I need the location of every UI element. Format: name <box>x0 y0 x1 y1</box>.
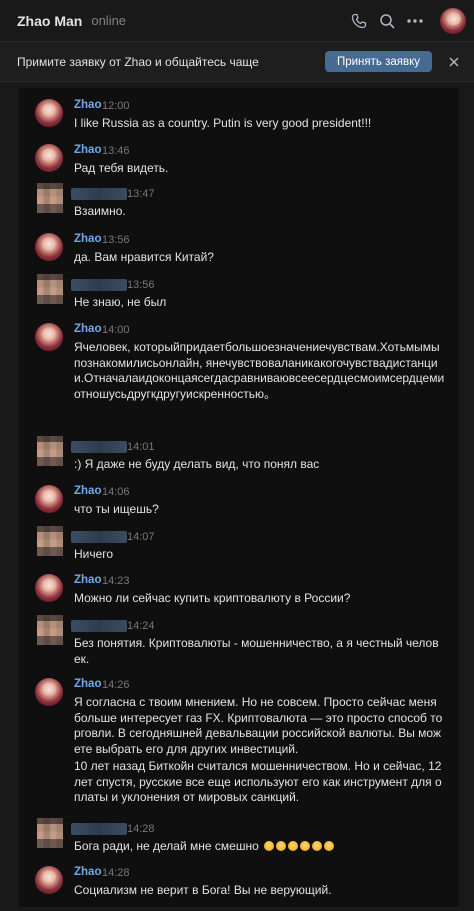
author-name[interactable]: Zhao <box>74 485 101 497</box>
message-time: 14:26 <box>102 679 130 691</box>
avatar[interactable] <box>35 144 63 172</box>
contact-status: online <box>91 13 127 28</box>
close-icon[interactable] <box>444 52 464 72</box>
message-time: 12:00 <box>102 100 130 112</box>
message-text: Не знаю, не был <box>74 295 167 309</box>
message-text: Взаимно. <box>74 204 126 218</box>
message-text: Я согласна с твоим мнением. Но не совсем… <box>74 695 443 756</box>
author-name-redacted <box>71 441 127 453</box>
message-text: Бога ради, не делай мне смешно <box>74 839 259 853</box>
message-text: Рад тебя видеть. <box>74 161 169 175</box>
message-time: 13:46 <box>102 145 130 157</box>
message-text: Можно ли сейчас купить криптовалюту в Ро… <box>74 591 351 605</box>
message-text: Без понятия. Криптовалюты - мошенничеств… <box>74 636 439 666</box>
message-time: 14:28 <box>102 867 130 879</box>
search-icon[interactable] <box>374 8 400 34</box>
phone-icon[interactable] <box>346 8 372 34</box>
message-time: 14:23 <box>102 575 130 587</box>
friend-request-banner: Примите заявку от Zhao и общайтесь чаще … <box>0 42 474 82</box>
more-icon[interactable] <box>402 8 428 34</box>
message-text: :) Я даже не буду делать вид, что понял … <box>74 457 320 471</box>
avatar[interactable] <box>35 99 63 127</box>
avatar[interactable] <box>37 436 63 466</box>
avatar[interactable] <box>35 866 63 894</box>
header-actions <box>344 7 466 34</box>
author-name[interactable]: Zhao <box>74 866 101 878</box>
message-text: Социализм не верит в Бога! Вы не верующи… <box>74 883 332 897</box>
author-name[interactable]: Zhao <box>74 233 101 245</box>
author-name[interactable]: Zhao <box>74 99 101 111</box>
message-text: да. Вам нравится Китай? <box>74 250 214 264</box>
author-name-redacted <box>71 531 127 543</box>
message-text-row: Бога ради, не делай мне смешно <box>74 839 445 855</box>
chat-window: Zhao Man online Примите заявку от Zhao и… <box>0 0 474 911</box>
message-time: 13:47 <box>127 188 155 200</box>
author-name-redacted <box>71 620 127 632</box>
avatar[interactable] <box>35 323 63 351</box>
message-time: 13:56 <box>127 279 155 291</box>
message-feed[interactable]: Zhao 12:00 I like Russia as a country. P… <box>19 88 459 907</box>
contact-avatar[interactable] <box>440 7 466 34</box>
author-name[interactable]: Zhao <box>74 574 101 586</box>
contact-name[interactable]: Zhao Man <box>17 13 82 29</box>
message-text: Ничего <box>74 547 114 561</box>
grin-emoji-icon <box>288 841 299 851</box>
avatar[interactable] <box>37 818 63 848</box>
author-name[interactable]: Zhao <box>74 323 101 335</box>
author-name-redacted <box>71 279 127 291</box>
grin-emoji-icon <box>264 841 275 851</box>
author-name-redacted <box>71 823 127 835</box>
grin-emoji-icon <box>324 841 335 851</box>
author-name[interactable]: Zhao <box>74 678 101 690</box>
message-time: 14:24 <box>127 620 155 632</box>
message-time: 14:07 <box>127 531 155 543</box>
message-time: 13:56 <box>102 234 130 246</box>
author-name[interactable]: Zhao <box>74 144 101 156</box>
accept-request-button[interactable]: Принять заявку <box>324 51 432 72</box>
grin-emoji-icon <box>312 841 323 851</box>
message-text: I like Russia as a country. Putin is ver… <box>74 116 372 130</box>
avatar[interactable] <box>37 274 63 304</box>
message-time: 14:01 <box>127 441 155 453</box>
chat-header: Zhao Man online <box>0 0 474 42</box>
message-time: 14:28 <box>127 823 155 835</box>
avatar[interactable] <box>35 574 63 602</box>
message-time: 14:06 <box>102 486 130 498</box>
banner-text: Примите заявку от Zhao и общайтесь чаще <box>17 54 259 69</box>
message-text: Ячеловек, которыйпридаетбольшоезначениеч… <box>74 340 445 401</box>
author-name-redacted <box>71 188 127 200</box>
avatar[interactable] <box>37 526 63 556</box>
avatar[interactable] <box>37 183 63 213</box>
avatar[interactable] <box>35 233 63 261</box>
message-text-continued: 10 лет назад Биткойн считался мошенничес… <box>74 759 442 804</box>
grin-emoji-icon <box>300 841 311 851</box>
avatar[interactable] <box>35 678 63 706</box>
grin-emoji-icon <box>276 841 287 851</box>
message-text: что ты ищешь? <box>74 502 159 516</box>
message-time: 14:00 <box>102 324 130 336</box>
avatar[interactable] <box>35 485 63 513</box>
avatar[interactable] <box>37 615 63 645</box>
